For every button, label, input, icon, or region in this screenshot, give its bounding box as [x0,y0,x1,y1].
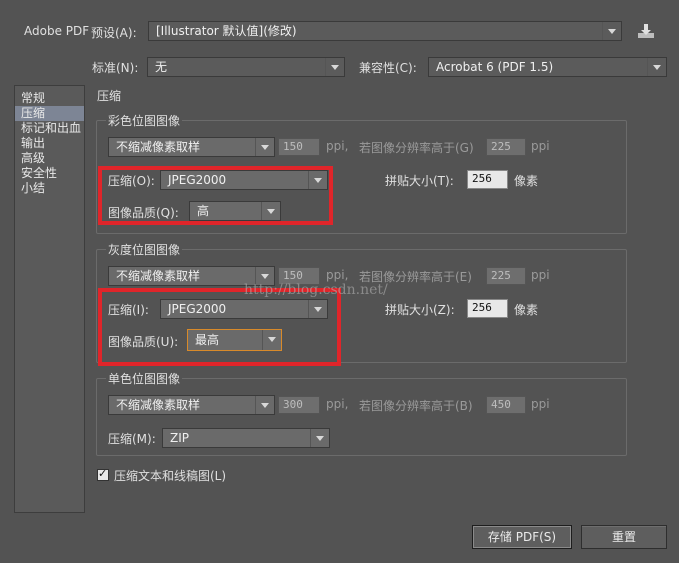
gray-tile-input[interactable]: 256 [467,299,508,318]
standard-dropdown[interactable]: 无 [147,57,345,77]
sidebar-item-general[interactable]: 常规 [15,91,84,106]
mono-ppi-sep: , [344,397,349,411]
mono-ppi-input[interactable]: 300 [278,396,320,414]
sidebar-item-summary[interactable]: 小结 [15,181,84,196]
mono-ppi-unit-text: ppi [326,397,345,411]
mono-threshold-label: 若图像分辨率高于(B) [359,399,473,413]
gray-ppi-unit-text: ppi [326,268,345,282]
download-tray-icon[interactable] [636,22,656,40]
watermark-text: http://blog.csdn.net/ [244,282,388,298]
gray-threshold-input[interactable]: 225 [486,267,526,285]
gray-tile-label: 拼贴大小(Z): [385,303,455,317]
sidebar-item-security[interactable]: 安全性 [15,166,84,181]
standard-value: 无 [155,60,168,74]
color-resample-value: 不缩减像素取样 [116,140,201,154]
color-resample-dropdown[interactable]: 不缩减像素取样 [108,137,275,157]
color-tile-input[interactable]: 256 [467,170,508,189]
chevron-down-icon [255,138,274,156]
compress-text-label: 压缩文本和线稿图(L) [114,469,227,483]
mono-compression-label: 压缩(M): [108,432,156,446]
gray-ppi-unit: ppi, [326,268,348,282]
mono-resample-value: 不缩减像素取样 [116,398,201,412]
sidebar-item-output[interactable]: 输出 [15,136,84,151]
standard-label: 标准(N): [92,61,139,75]
panel-title: 压缩 [97,89,122,103]
compat-value: Acrobat 6 (PDF 1.5) [436,60,554,74]
mono-compression-value: ZIP [170,431,189,445]
color-group-title: 彩色位图图像 [106,112,183,129]
compress-text-checkbox[interactable] [97,467,109,481]
compat-dropdown[interactable]: Acrobat 6 (PDF 1.5) [428,57,667,77]
chevron-down-icon [647,58,666,76]
compat-label: 兼容性(C): [359,61,417,75]
sidebar-item-advanced[interactable]: 高级 [15,151,84,166]
preset-dropdown[interactable]: [Illustrator 默认值](修改) [148,21,622,41]
mono-resample-dropdown[interactable]: 不缩减像素取样 [108,395,275,415]
preset-label: 预设(A): [91,26,137,40]
color-tile-unit: 像素 [514,174,539,188]
reset-button[interactable]: 重置 [581,525,667,549]
color-ppi-unit-text: ppi [326,139,345,153]
mono-group-title: 单色位图图像 [106,370,183,387]
color-ppi-sep: , [344,139,349,153]
highlight-box-color [98,166,333,225]
save-pdf-button[interactable]: 存储 PDF(S) [472,525,572,549]
color-threshold-unit: ppi [531,139,550,153]
color-ppi-unit: ppi, [326,139,348,153]
chevron-down-icon [602,22,621,40]
color-ppi-input[interactable]: 150 [278,138,320,156]
sidebar-item-compression[interactable]: 压缩 [15,106,84,121]
highlight-box-gray [98,288,341,366]
mono-threshold-input[interactable]: 450 [486,396,526,414]
app-label: Adobe PDF [24,24,90,38]
color-tile-label: 拼贴大小(T): [385,174,454,188]
mono-threshold-unit: ppi [531,397,550,411]
gray-group-title: 灰度位图图像 [106,241,183,258]
gray-resample-value: 不缩减像素取样 [116,269,201,283]
sidebar: 常规 压缩 标记和出血 输出 高级 安全性 小结 [14,85,85,513]
preset-value: [Illustrator 默认值](修改) [156,24,297,38]
chevron-down-icon [310,429,329,447]
chevron-down-icon [325,58,344,76]
mono-ppi-unit: ppi, [326,397,348,411]
sidebar-item-marks-bleeds[interactable]: 标记和出血 [15,121,84,136]
color-threshold-label: 若图像分辨率高于(G) [359,141,474,155]
chevron-down-icon [255,396,274,414]
gray-ppi-sep: , [344,268,349,282]
gray-threshold-unit: ppi [531,268,550,282]
mono-compression-dropdown[interactable]: ZIP [162,428,330,448]
gray-tile-unit: 像素 [514,303,539,317]
color-threshold-input[interactable]: 225 [486,138,526,156]
